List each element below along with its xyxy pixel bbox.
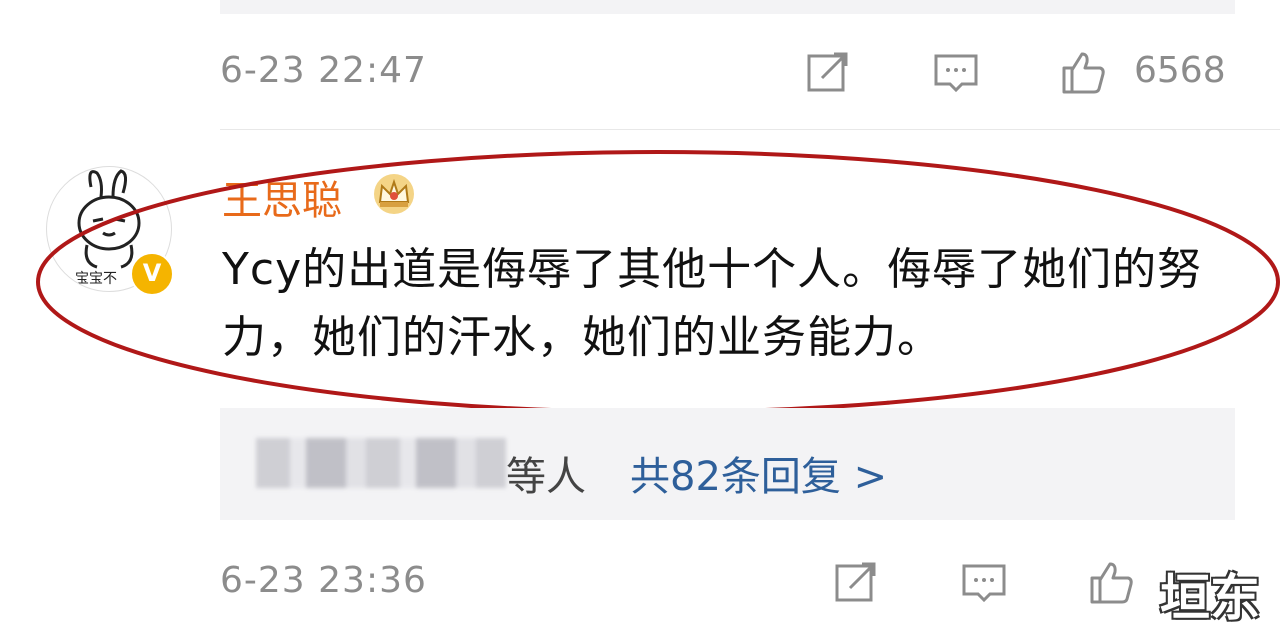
- like-count: 6568: [1134, 50, 1226, 91]
- timestamp: 6-23 23:36: [220, 560, 427, 601]
- watermark: 垣东: [1160, 569, 1260, 627]
- comment-text: Ycy的出道是侮辱了其他十个人。侮辱了她们的努力，她们的汗水，她们的业务能力。: [222, 244, 1203, 363]
- verified-badge: V: [130, 252, 174, 296]
- avatar-text: 宝宝不: [75, 271, 117, 287]
- previous-comment-strip: [220, 0, 1235, 14]
- timestamp: 6-23 22:47: [220, 50, 427, 91]
- blurred-username: [256, 438, 506, 488]
- action-bar-2: 6-23 23:36: [0, 552, 1280, 612]
- share-icon[interactable]: [804, 48, 852, 96]
- like-icon[interactable]: [1088, 558, 1136, 606]
- comment-icon[interactable]: [960, 558, 1008, 606]
- like-icon[interactable]: [1060, 48, 1108, 96]
- comment-icon[interactable]: [932, 48, 980, 96]
- replies-prefix: 等人: [506, 454, 586, 500]
- replies-preview[interactable]: 等人 共82条回复 >: [220, 408, 1235, 520]
- username[interactable]: 王思聪: [222, 168, 342, 226]
- share-icon[interactable]: [832, 558, 880, 606]
- divider: [220, 129, 1280, 130]
- action-bar-1: 6-23 22:47 6568: [0, 42, 1280, 102]
- view-replies-link[interactable]: 共82条回复 >: [630, 444, 887, 502]
- crown-icon: [370, 172, 418, 216]
